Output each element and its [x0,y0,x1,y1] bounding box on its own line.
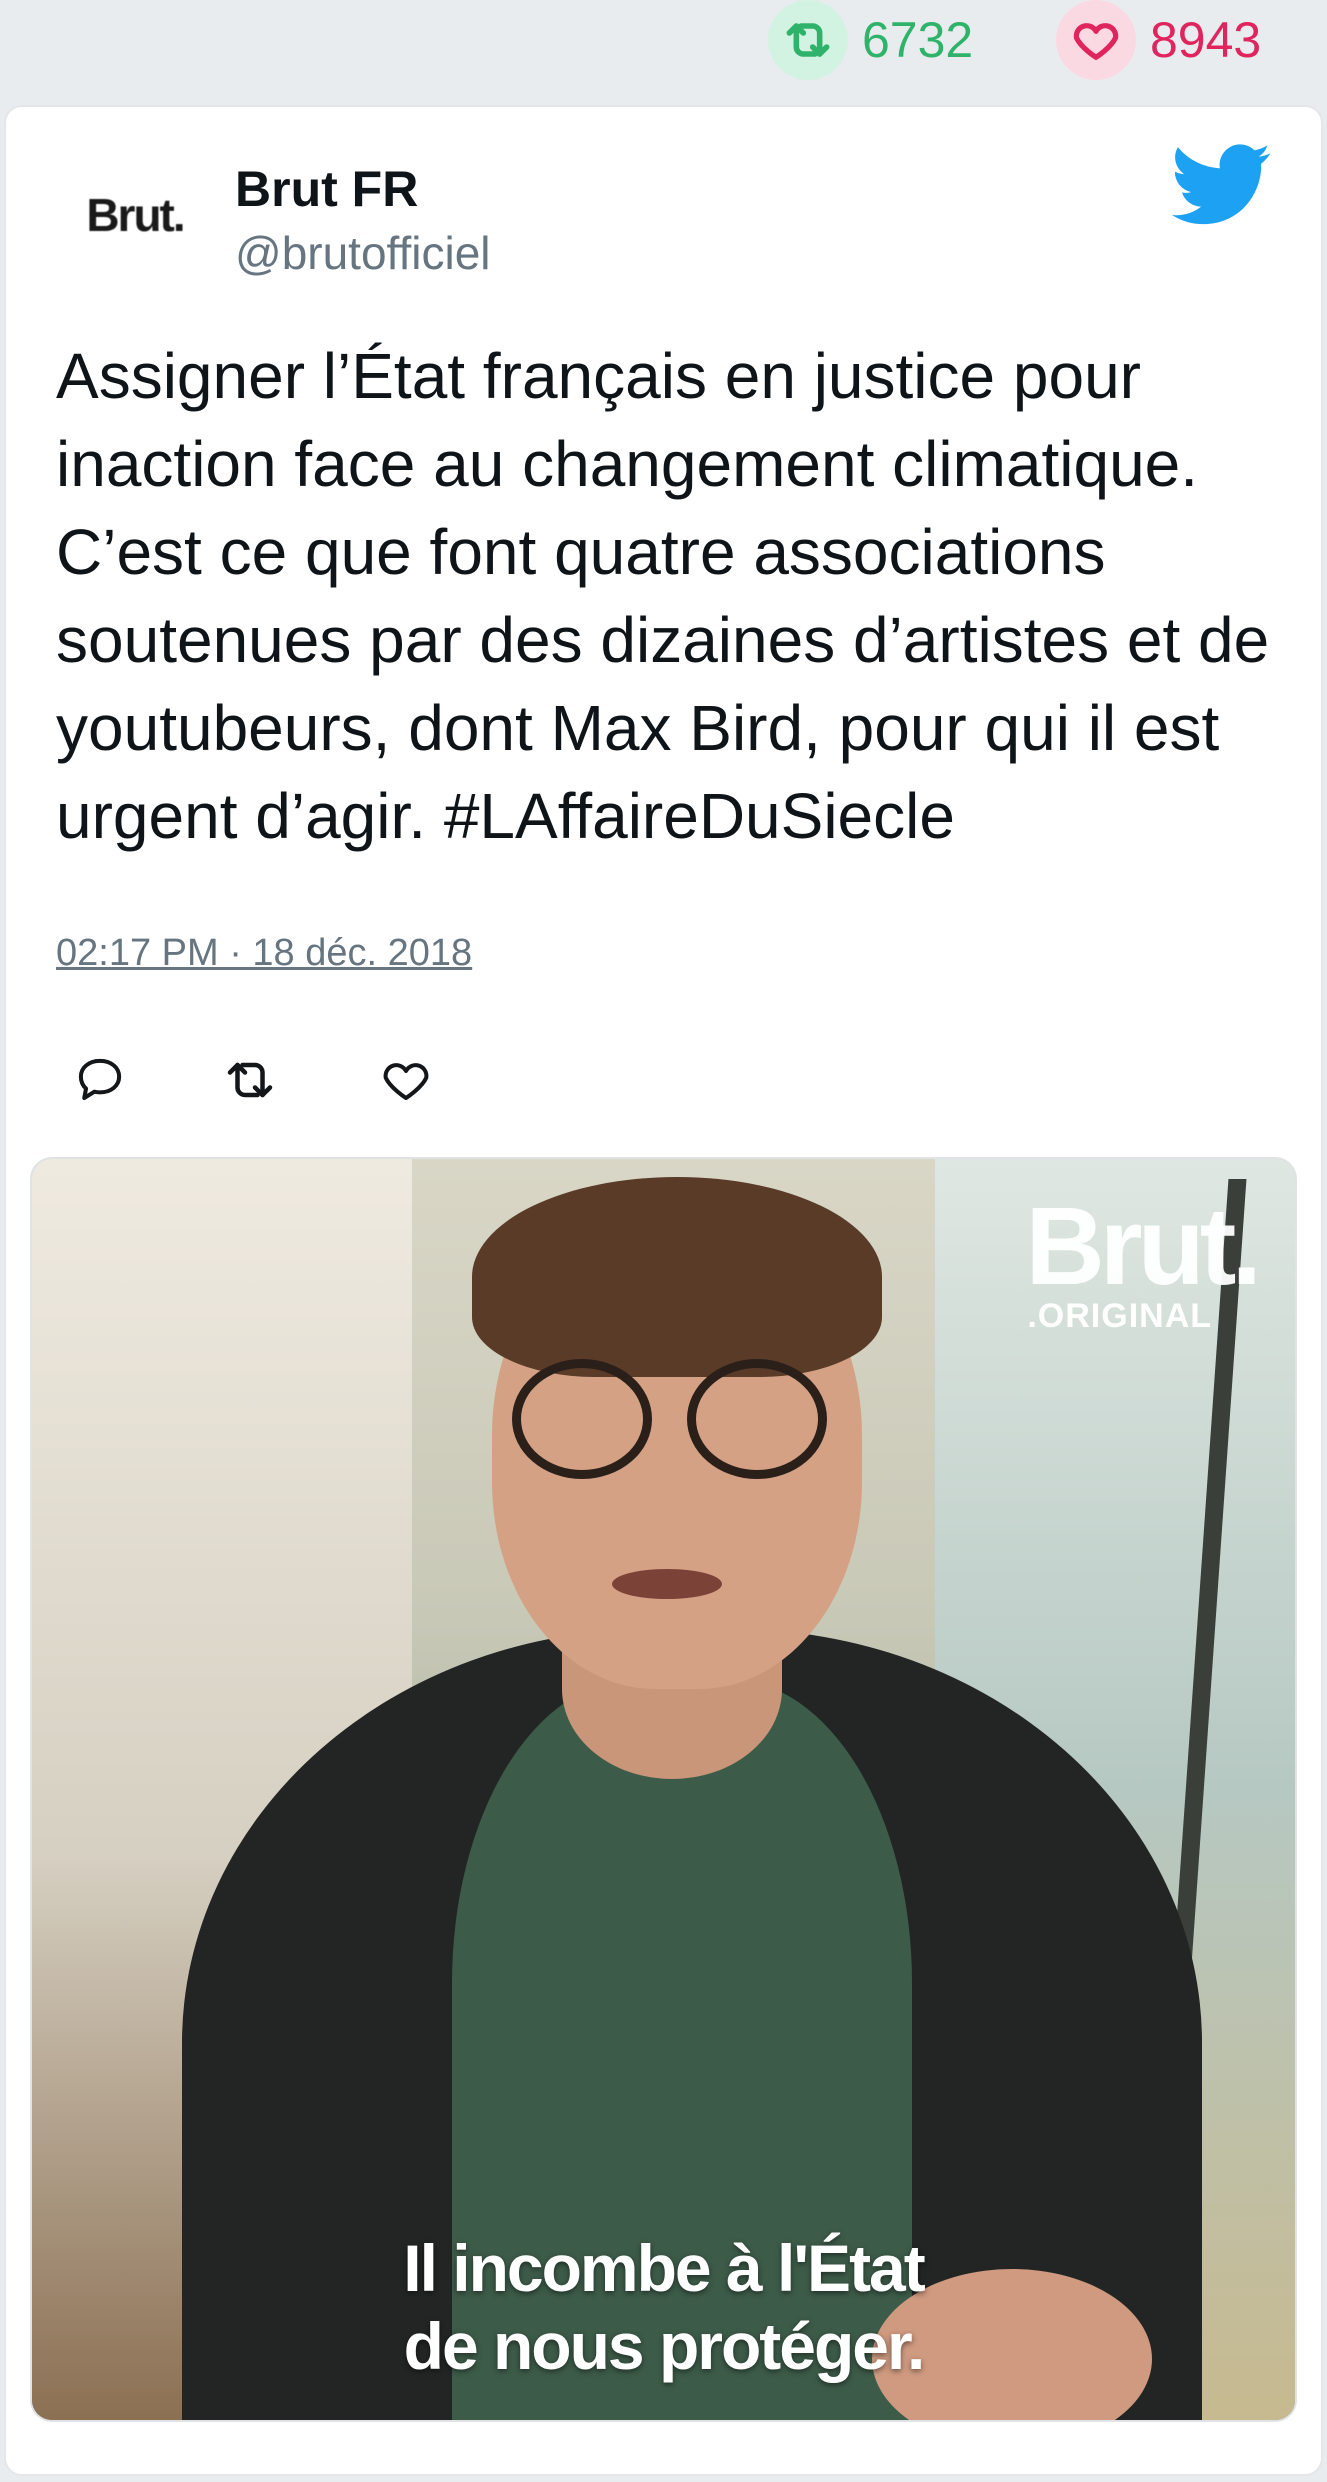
twitter-bird-icon[interactable] [1172,140,1272,230]
glasses-left-lens [512,1359,652,1479]
speaker-hair [472,1177,882,1377]
brut-original-logo: Brut. .ORIGINAL [1025,1185,1262,1336]
heart-icon [383,1063,429,1101]
retweet-count-value: 6732 [862,12,974,68]
avatar[interactable]: Brut. [80,180,190,250]
caption-line-1: Il incombe à l'État [403,2231,926,2305]
video-thumbnail[interactable]: Brut. .ORIGINAL Il incombe à l'État de n… [30,1157,1297,2422]
retweet-icon [227,1062,273,1098]
reply-button[interactable] [70,1050,130,1110]
video-caption: Il incombe à l'État de nous protéger. [32,2229,1295,2385]
like-count[interactable]: 8943 [1056,0,1262,80]
author-handle[interactable]: @brutofficiel [235,226,491,280]
speaker-mouth [612,1569,722,1599]
logo-main-text: Brut. [1025,1185,1262,1308]
heart-icon[interactable] [1056,0,1136,80]
tweet-text: Assigner l’État français en justice pour… [56,340,1270,852]
like-count-value: 8943 [1150,12,1262,68]
author-name[interactable]: Brut FR [235,160,418,218]
stats-bar: 6732 8943 [0,0,1327,100]
retweet-icon[interactable] [768,0,848,80]
like-button[interactable] [376,1050,436,1110]
tweet-timestamp[interactable]: 02:17 PM · 18 déc. 2018 [56,932,472,975]
retweet-count[interactable]: 6732 [768,0,974,80]
reply-icon [78,1058,122,1101]
glasses-right-lens [687,1359,827,1479]
retweet-button[interactable] [220,1050,280,1110]
caption-line-2: de nous protéger. [403,2309,926,2383]
